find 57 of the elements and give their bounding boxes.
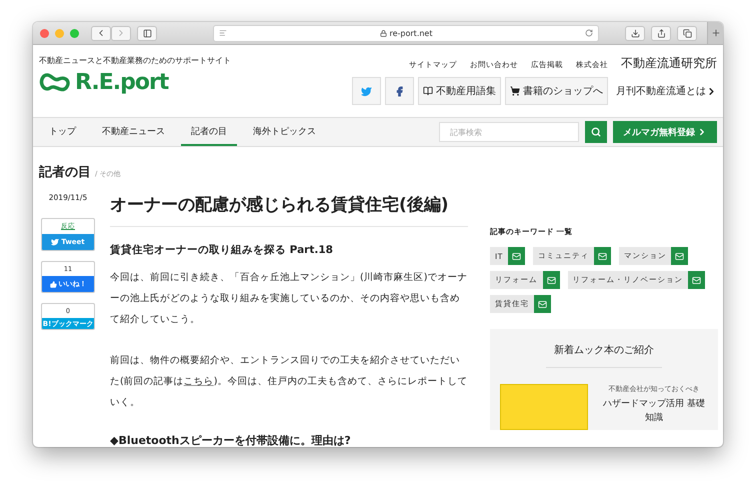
nav-tab[interactable]: 記者の目 — [181, 118, 237, 146]
facebook-icon — [394, 86, 405, 96]
lock-icon — [380, 30, 386, 36]
tabs-button[interactable] — [677, 26, 697, 40]
mook-title: 新着ムック本のご紹介 — [546, 343, 662, 368]
article-subtitle: 賃貸住宅オーナーの取り組みを探る Part.18 — [110, 243, 334, 257]
site-tagline: 不動産ニュースと不動産業務のためのサポートサイト — [39, 55, 231, 66]
tabs-icon — [682, 28, 692, 38]
sidebar-button[interactable] — [137, 26, 157, 40]
new-tab-button[interactable] — [707, 22, 723, 44]
mail-icon — [538, 300, 547, 308]
article-paragraph: 今回は、前回に引き続き、「百合ヶ丘池上マンション」(川崎市麻生区)でオーナーの池上氏がどのような取り組みを実施しているのか、その内容や思いも含めて紹介していこう。 — [110, 271, 468, 327]
chevron-icon — [697, 127, 707, 137]
bird-icon — [51, 238, 60, 246]
cart-icon — [510, 86, 520, 96]
section-title: 記者の目 — [39, 164, 91, 181]
download-button[interactable] — [625, 26, 645, 40]
mail-icon — [675, 252, 684, 260]
book-title[interactable]: ハザードマップ活用 基礎知識 — [600, 397, 708, 425]
mail-icon — [546, 276, 556, 284]
maximize-icon[interactable] — [70, 28, 79, 38]
share-icon — [656, 28, 666, 38]
article-paragraph: 前回は、物件の概要紹介や、エントランス回りでの工夫を紹介させていただいた(前回の記事は こちら)。今回は、住戸内の工夫も含めて、さらにレポートしていく。 — [110, 354, 468, 410]
nav-tab[interactable]: トップ — [39, 118, 86, 146]
nav-tab[interactable]: 不動産ニュース — [92, 118, 175, 146]
mail-icon — [692, 276, 701, 284]
thumbs-up-icon — [50, 280, 56, 288]
facebook-button[interactable] — [385, 77, 414, 105]
site-logo[interactable]: R.E.port — [75, 70, 168, 96]
twitter-button[interactable] — [352, 77, 381, 105]
company-name[interactable]: 不動産流通研究所 — [621, 55, 717, 72]
magazine-link[interactable]: 月刊不動産流通とは — [616, 84, 717, 98]
download-icon — [630, 28, 640, 38]
sidebar-icon — [142, 28, 152, 38]
mail-icon — [512, 252, 521, 260]
search-field[interactable]: 記事検索 — [439, 122, 579, 142]
glossary-button[interactable]: 不動産用語集 — [418, 77, 501, 105]
reload-icon[interactable] — [585, 29, 593, 37]
nav-tab[interactable]: 海外トピックス — [243, 118, 326, 146]
article-link[interactable]: こちら — [184, 376, 214, 387]
mail-icon — [598, 252, 607, 260]
reader-icon[interactable] — [219, 29, 227, 37]
search-button[interactable] — [585, 121, 607, 143]
article-title: オーナーの配慮が感じられる賃貸住宅(後編) — [110, 181, 468, 227]
url-text: re-port.net — [390, 28, 432, 38]
address-bar[interactable]: re-port.net — [213, 24, 599, 42]
section-heading: ◆Bluetoothスピーカーを付帯設備に。理由は? — [110, 433, 352, 447]
plus-icon — [710, 28, 720, 38]
forward-button[interactable] — [111, 26, 131, 40]
twitter-icon — [361, 86, 372, 96]
close-icon[interactable] — [40, 28, 49, 38]
shop-button[interactable]: 書籍のショップへ — [505, 77, 608, 105]
back-button[interactable] — [91, 26, 111, 40]
book-icon — [423, 86, 433, 96]
share-button[interactable] — [651, 26, 671, 40]
search-icon — [591, 127, 601, 137]
newsletter-button[interactable]: メルマガ無料登録 — [613, 121, 717, 143]
